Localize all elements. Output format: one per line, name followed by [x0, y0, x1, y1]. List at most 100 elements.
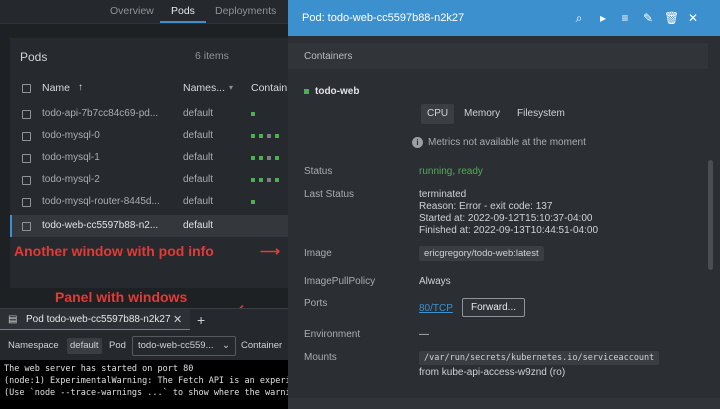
forward-button[interactable]: Forward...: [462, 298, 526, 317]
last-status-line: terminated: [419, 189, 467, 200]
container-status: [251, 156, 255, 160]
environment-label: Environment: [304, 329, 361, 340]
status-value: running, ready: [419, 166, 483, 177]
terminal-icon: ▤: [8, 314, 18, 325]
section-title: Containers: [304, 51, 353, 62]
container-status: [267, 156, 271, 160]
container-name: todo-web: [315, 86, 360, 97]
container-status: [267, 134, 271, 138]
terminal-line: (node:1) ExperimentalWarning: The Fetch …: [4, 376, 300, 386]
metrics-note: Metrics not available at the moment: [428, 137, 586, 148]
add-tab-icon[interactable]: +: [197, 312, 205, 328]
pull-policy-label: ImagePullPolicy: [304, 276, 376, 287]
row-checkbox[interactable]: [22, 176, 31, 185]
container-status: [259, 156, 263, 160]
last-status-line: Started at: 2022-09-12T15:10:37-04:00: [419, 213, 593, 224]
tab-overview[interactable]: Overview: [110, 5, 154, 17]
top-tab-bar: Overview Pods Deployments: [0, 0, 300, 24]
table-row[interactable]: todo-mysql-2 default: [10, 169, 300, 191]
sort-icon: ▾: [229, 83, 234, 92]
pods-title: Pods: [20, 50, 48, 64]
row-checkbox[interactable]: [22, 222, 31, 231]
table-row[interactable]: todo-api-7b7cc84c69-pd... default: [10, 103, 300, 125]
close-icon[interactable]: ✕: [686, 11, 700, 25]
pod-namespace: default: [183, 196, 214, 207]
container-status: [251, 178, 255, 182]
search-icon[interactable]: ⌕: [572, 11, 586, 25]
containers-section-header: Containers: [288, 43, 708, 69]
last-status-label: Last Status: [304, 189, 355, 200]
tab-cpu[interactable]: CPU: [421, 104, 455, 124]
dock-controls: Namespace default Pod todo-web-cc559... …: [0, 330, 300, 360]
container-status: [275, 156, 279, 160]
container-status-dot: [304, 89, 309, 94]
last-status-line: Reason: Error - exit code: 137: [419, 201, 553, 212]
mount-path: /var/run/secrets/kubernetes.io/serviceac…: [419, 351, 660, 365]
ports-label: Ports: [304, 298, 328, 309]
environment-value: —: [419, 329, 429, 340]
table-row[interactable]: todo-mysql-0 default: [10, 125, 300, 147]
tab-filesystem[interactable]: Filesystem: [511, 104, 571, 124]
sort-up-icon: ↑: [78, 82, 83, 93]
drawer-title: Pod: todo-web-cc5597b88-n2k27: [302, 12, 465, 24]
chevron-down-icon: ⌄: [222, 340, 230, 351]
container-status: [251, 200, 255, 204]
pod-select[interactable]: todo-web-cc559... ⌄: [132, 336, 236, 356]
annotation-window: Another window with pod info: [14, 243, 214, 259]
container-status: [259, 178, 263, 182]
dock-tab-bar: ▤ Pod todo-web-cc5597b88-n2k27 ✕ +: [0, 308, 300, 331]
column-header-name[interactable]: Name: [42, 82, 70, 94]
pod-namespace: default: [183, 174, 214, 185]
container-status: [267, 178, 271, 182]
select-all-checkbox[interactable]: [22, 84, 31, 93]
pods-count: 6 items: [195, 50, 229, 62]
container-status: [259, 134, 263, 138]
pod-namespace: default: [183, 220, 214, 231]
annotation-panel: Panel with windows: [55, 289, 188, 305]
terminal-icon[interactable]: ▸: [596, 11, 610, 25]
scrollbar[interactable]: [708, 160, 713, 270]
container-status: [251, 112, 255, 116]
container-status: [275, 178, 279, 182]
pull-policy-value: Always: [419, 276, 451, 287]
pod-name: todo-mysql-1: [42, 152, 100, 163]
row-checkbox[interactable]: [22, 110, 31, 119]
drawer-header: Pod: todo-web-cc5597b88-n2k27 ⌕ ▸ ≡ ✎ 🗑 …: [288, 0, 720, 36]
tab-deployments[interactable]: Deployments: [215, 5, 276, 17]
row-checkbox[interactable]: [22, 154, 31, 163]
pod-namespace: default: [183, 152, 214, 163]
row-checkbox[interactable]: [22, 132, 31, 141]
edit-icon[interactable]: ✎: [641, 11, 655, 25]
terminal-output[interactable]: The web server has started on port 80 (no…: [0, 360, 300, 409]
logs-icon[interactable]: ≡: [618, 11, 632, 25]
pod-namespace: default: [183, 108, 214, 119]
mount-source: from kube-api-access-w9znd (ro): [419, 367, 566, 378]
namespace-label: Namespace: [8, 340, 59, 351]
table-row[interactable]: todo-mysql-1 default: [10, 147, 300, 169]
pod-select-value: todo-web-cc559...: [138, 340, 214, 351]
dock-tab-pod[interactable]: ▤ Pod todo-web-cc5597b88-n2k27 ✕: [0, 309, 190, 331]
image-label: Image: [304, 248, 332, 259]
last-status-line: Finished at: 2022-09-13T10:44:51-04:00: [419, 225, 599, 236]
column-header-namespace[interactable]: Names...: [183, 82, 225, 94]
row-checkbox[interactable]: [22, 198, 31, 207]
tab-pods[interactable]: Pods: [171, 5, 195, 17]
close-icon[interactable]: ✕: [173, 313, 182, 326]
container-label: Container: [241, 340, 283, 351]
status-label: Status: [304, 166, 333, 177]
table-row-selected[interactable]: todo-web-cc5597b88-n2... default: [10, 215, 300, 237]
pod-details-drawer: Pod: todo-web-cc5597b88-n2k27 ⌕ ▸ ≡ ✎ 🗑 …: [288, 0, 720, 409]
pod-name: todo-web-cc5597b88-n2...: [42, 220, 159, 231]
namespace-badge: default: [67, 338, 102, 354]
pod-label: Pod: [109, 340, 126, 351]
container-status: [275, 134, 279, 138]
delete-icon[interactable]: 🗑: [664, 11, 679, 25]
pod-name: todo-mysql-2: [42, 174, 100, 185]
pod-name: todo-mysql-0: [42, 130, 100, 141]
table-row[interactable]: todo-mysql-router-8445d... default: [10, 191, 300, 213]
container-status: [251, 134, 255, 138]
info-icon: i: [412, 137, 423, 148]
port-link[interactable]: 80/TCP: [419, 303, 453, 314]
tab-memory[interactable]: Memory: [458, 104, 506, 124]
pod-name: todo-mysql-router-8445d...: [42, 196, 160, 207]
